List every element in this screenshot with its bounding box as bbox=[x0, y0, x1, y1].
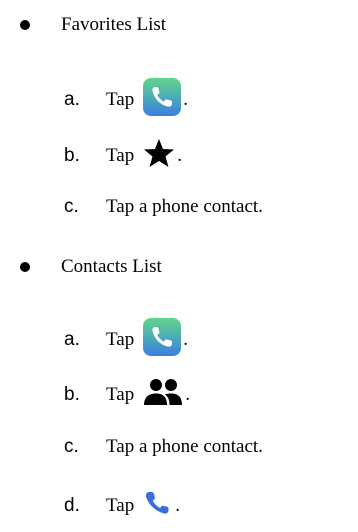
step-contacts-d: d. Tap . bbox=[0, 490, 180, 521]
step-favorites-a: a. Tap . bbox=[0, 78, 188, 121]
step-contacts-b: b. Tap . bbox=[0, 378, 190, 411]
phone-app-icon bbox=[143, 318, 182, 361]
step-text: Tap bbox=[106, 383, 135, 405]
star-icon bbox=[143, 138, 175, 173]
bullet-dot-icon bbox=[20, 262, 30, 272]
step-contacts-c: c. Tap a phone contact. bbox=[0, 436, 263, 458]
step-favorites-c: c. Tap a phone contact. bbox=[0, 196, 263, 218]
step-suffix: . bbox=[183, 88, 188, 110]
phone-handset-icon bbox=[143, 490, 173, 521]
step-text: Tap a phone contact. bbox=[106, 196, 263, 217]
contacts-people-icon bbox=[143, 378, 183, 411]
step-marker: a. bbox=[64, 88, 80, 110]
step-text: Tap a phone contact. bbox=[106, 436, 263, 457]
section-title: Favorites List bbox=[61, 14, 167, 35]
phone-app-icon bbox=[143, 78, 182, 121]
step-marker: a. bbox=[64, 328, 80, 350]
step-text: Tap bbox=[106, 144, 135, 166]
step-suffix: . bbox=[185, 383, 190, 405]
step-marker: c. bbox=[64, 196, 79, 217]
step-favorites-b: b. Tap . bbox=[0, 138, 182, 173]
step-marker: d. bbox=[64, 494, 80, 516]
bullet-favorites-list: Favorites List bbox=[0, 14, 166, 36]
bullet-contacts-list: Contacts List bbox=[0, 256, 162, 278]
step-text: Tap bbox=[106, 494, 135, 516]
step-suffix: . bbox=[175, 494, 180, 516]
section-title: Contacts List bbox=[61, 256, 162, 277]
step-text: Tap bbox=[106, 328, 135, 350]
step-contacts-a: a. Tap . bbox=[0, 318, 188, 361]
step-suffix: . bbox=[177, 144, 182, 166]
step-marker: b. bbox=[64, 144, 80, 166]
bullet-dot-icon bbox=[20, 20, 30, 30]
step-suffix: . bbox=[183, 328, 188, 350]
step-marker: c. bbox=[64, 436, 79, 457]
step-text: Tap bbox=[106, 88, 135, 110]
step-marker: b. bbox=[64, 383, 80, 405]
